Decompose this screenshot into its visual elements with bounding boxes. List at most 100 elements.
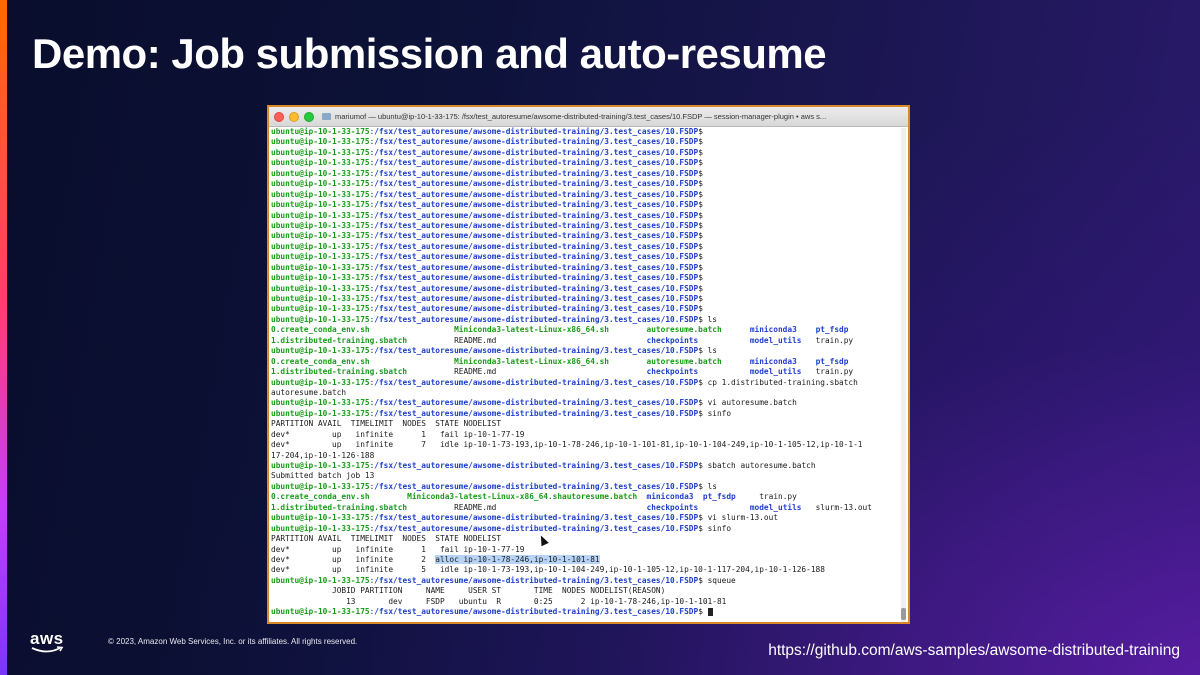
prompt-path: /fsx/test_autoresume/awsome-distributed-…	[374, 168, 699, 178]
slide-title: Demo: Job submission and auto-resume	[32, 30, 827, 77]
terminal-line: ubuntu@ip-10-1-33-175:/fsx/test_autoresu…	[271, 398, 900, 408]
ls-entry: slurm-13.out	[815, 502, 872, 512]
terminal-line: 13 dev FSDP ubuntu R 0:25 2 ip-10-1-78-2…	[271, 597, 900, 607]
terminal-window[interactable]: mariumof — ubuntu@ip-10-1-33-175: /fsx/t…	[267, 105, 910, 624]
prompt-path: /fsx/test_autoresume/awsome-distributed-…	[374, 137, 699, 147]
ls-entry: autoresume.batch	[646, 356, 722, 366]
terminal-line: dev* up infinite 1 fail ip-10-1-77-19	[271, 430, 900, 440]
prompt-path: /fsx/test_autoresume/awsome-distributed-…	[374, 523, 699, 533]
ls-entry: Miniconda3-latest-Linux-x86_64.sh	[454, 356, 609, 366]
command-text: sbatch autoresume.batch	[702, 461, 816, 470]
prompt-path: /fsx/test_autoresume/awsome-distributed-…	[374, 408, 699, 418]
terminal-line: ubuntu@ip-10-1-33-175:/fsx/test_autoresu…	[271, 242, 900, 252]
terminal-line: 0.create_conda_env.sh Miniconda3-latest-…	[271, 357, 900, 367]
terminal-line: ubuntu@ip-10-1-33-175:/fsx/test_autoresu…	[271, 169, 900, 179]
prompt-symbol: $	[698, 273, 703, 283]
zoom-dot-icon[interactable]	[304, 111, 314, 122]
prompt-path: /fsx/test_autoresume/awsome-distributed-…	[374, 314, 699, 324]
terminal-line: ubuntu@ip-10-1-33-175:/fsx/test_autoresu…	[271, 576, 900, 586]
terminal-line: ubuntu@ip-10-1-33-175:/fsx/test_autoresu…	[271, 461, 900, 471]
ls-entry: model_utils	[749, 502, 802, 512]
prompt-path: /fsx/test_autoresume/awsome-distributed-…	[374, 189, 699, 199]
terminal-line: ubuntu@ip-10-1-33-175:/fsx/test_autoresu…	[271, 158, 900, 168]
minimize-dot-icon[interactable]	[289, 111, 299, 122]
terminal-cursor	[707, 608, 713, 617]
ls-gap	[407, 336, 454, 345]
ls-entry: pt_fsdp	[815, 356, 849, 366]
command-text: sinfo	[702, 408, 732, 418]
terminal-line: 1.distributed-training.sbatch README.md …	[271, 367, 900, 377]
command-text: ls	[702, 346, 717, 356]
terminal-line: ubuntu@ip-10-1-33-175:/fsx/test_autoresu…	[271, 315, 900, 325]
prompt-symbol: $	[698, 168, 703, 178]
ls-entry: 0.create_conda_env.sh	[271, 492, 370, 502]
terminal-line: ubuntu@ip-10-1-33-175:/fsx/test_autoresu…	[271, 127, 900, 137]
prompt-symbol: $	[698, 127, 703, 136]
output-text: dev* up infinite 1 fail ip-10-1-77-19	[271, 429, 525, 439]
aws-logo: aws	[30, 630, 70, 660]
prompt-path: /fsx/test_autoresume/awsome-distributed-…	[374, 147, 699, 157]
prompt-path: /fsx/test_autoresume/awsome-distributed-…	[374, 575, 699, 585]
prompt-user: ubuntu@ip-10-1-33-175	[271, 513, 370, 523]
terminal-line: ubuntu@ip-10-1-33-175:/fsx/test_autoresu…	[271, 607, 900, 617]
terminal-line: ubuntu@ip-10-1-33-175:/fsx/test_autoresu…	[271, 252, 900, 262]
prompt-symbol: $	[698, 294, 703, 303]
terminal-line: ubuntu@ip-10-1-33-175:/fsx/test_autoresu…	[271, 524, 900, 534]
selected-text: alloc ip-10-1-78-246,ip-10-1-101-81	[435, 554, 600, 564]
prompt-path: /fsx/test_autoresume/awsome-distributed-…	[374, 294, 699, 303]
prompt-path: /fsx/test_autoresume/awsome-distributed-…	[374, 377, 699, 387]
ls-entry: model_utils	[749, 367, 802, 377]
prompt-user: ubuntu@ip-10-1-33-175	[271, 481, 370, 491]
terminal-line: dev* up infinite 1 fail ip-10-1-77-19	[271, 545, 900, 555]
ls-gap	[609, 357, 647, 366]
terminal-line: ubuntu@ip-10-1-33-175:/fsx/test_autoresu…	[271, 284, 900, 294]
command-text: vi slurm-13.out	[702, 513, 778, 523]
terminal-line: ubuntu@ip-10-1-33-175:/fsx/test_autoresu…	[271, 179, 900, 189]
output-text: dev* up infinite 2	[271, 554, 436, 564]
prompt-user: ubuntu@ip-10-1-33-175	[271, 179, 370, 189]
terminal-line: ubuntu@ip-10-1-33-175:/fsx/test_autoresu…	[271, 346, 900, 356]
repo-url: https://github.com/aws-samples/awsome-di…	[768, 642, 1180, 659]
command-text: ls	[702, 481, 717, 491]
prompt-user: ubuntu@ip-10-1-33-175	[271, 158, 370, 168]
ls-entry: 1.distributed-training.sbatch	[271, 335, 408, 345]
prompt-symbol: $	[698, 231, 703, 241]
prompt-user: ubuntu@ip-10-1-33-175	[271, 241, 370, 251]
prompt-user: ubuntu@ip-10-1-33-175	[271, 262, 370, 272]
terminal-scrollbar[interactable]	[901, 128, 906, 622]
prompt-symbol: $	[698, 304, 703, 314]
prompt-user: ubuntu@ip-10-1-33-175	[271, 294, 370, 303]
terminal-line: ubuntu@ip-10-1-33-175:/fsx/test_autoresu…	[271, 221, 900, 231]
terminal-line: JOBID PARTITION NAME USER ST TIME NODES …	[271, 586, 900, 596]
prompt-user: ubuntu@ip-10-1-33-175	[271, 200, 370, 210]
close-dot-icon[interactable]	[274, 111, 284, 122]
prompt-path: /fsx/test_autoresume/awsome-distributed-…	[374, 346, 699, 356]
command-text: squeue	[702, 575, 736, 585]
terminal-line: ubuntu@ip-10-1-33-175:/fsx/test_autoresu…	[271, 409, 900, 419]
prompt-path: /fsx/test_autoresume/awsome-distributed-…	[374, 220, 699, 230]
prompt-path: /fsx/test_autoresume/awsome-distributed-…	[374, 481, 699, 491]
ls-entry: miniconda3	[646, 492, 694, 502]
ls-entry: 1.distributed-training.sbatch	[271, 502, 408, 512]
prompt-symbol: $	[698, 220, 703, 230]
terminal-line: ubuntu@ip-10-1-33-175:/fsx/test_autoresu…	[271, 304, 900, 314]
terminal-titlebar[interactable]: mariumof — ubuntu@ip-10-1-33-175: /fsx/t…	[269, 107, 908, 127]
ls-gap	[496, 367, 646, 376]
terminal-output[interactable]: ubuntu@ip-10-1-33-175:/fsx/test_autoresu…	[269, 127, 908, 618]
terminal-line: ubuntu@ip-10-1-33-175:/fsx/test_autoresu…	[271, 378, 900, 388]
prompt-path: /fsx/test_autoresume/awsome-distributed-…	[374, 179, 699, 189]
output-text: dev* up infinite 1 fail ip-10-1-77-19	[271, 544, 525, 554]
prompt-symbol: $	[698, 179, 703, 189]
copyright-notice: © 2023, Amazon Web Services, Inc. or its…	[108, 637, 358, 646]
prompt-path: /fsx/test_autoresume/awsome-distributed-…	[374, 398, 699, 408]
ls-entry: Miniconda3-latest-Linux-x86_64.sh	[454, 325, 609, 335]
output-text: Submitted batch job 13	[271, 471, 375, 481]
ls-entry: 0.create_conda_env.sh	[271, 356, 370, 366]
terminal-line: 0.create_conda_env.sh Miniconda3-latest-…	[271, 492, 900, 502]
output-text: dev* up infinite 7 idle ip-10-1-73-193,i…	[271, 440, 863, 450]
terminal-line: dev* up infinite 2 alloc ip-10-1-78-246,…	[271, 554, 900, 565]
ls-gap	[698, 336, 750, 345]
command-text: cp 1.distributed-training.sbatch	[702, 377, 858, 387]
scrollbar-thumb[interactable]	[901, 608, 906, 620]
prompt-user: ubuntu@ip-10-1-33-175	[271, 273, 370, 283]
